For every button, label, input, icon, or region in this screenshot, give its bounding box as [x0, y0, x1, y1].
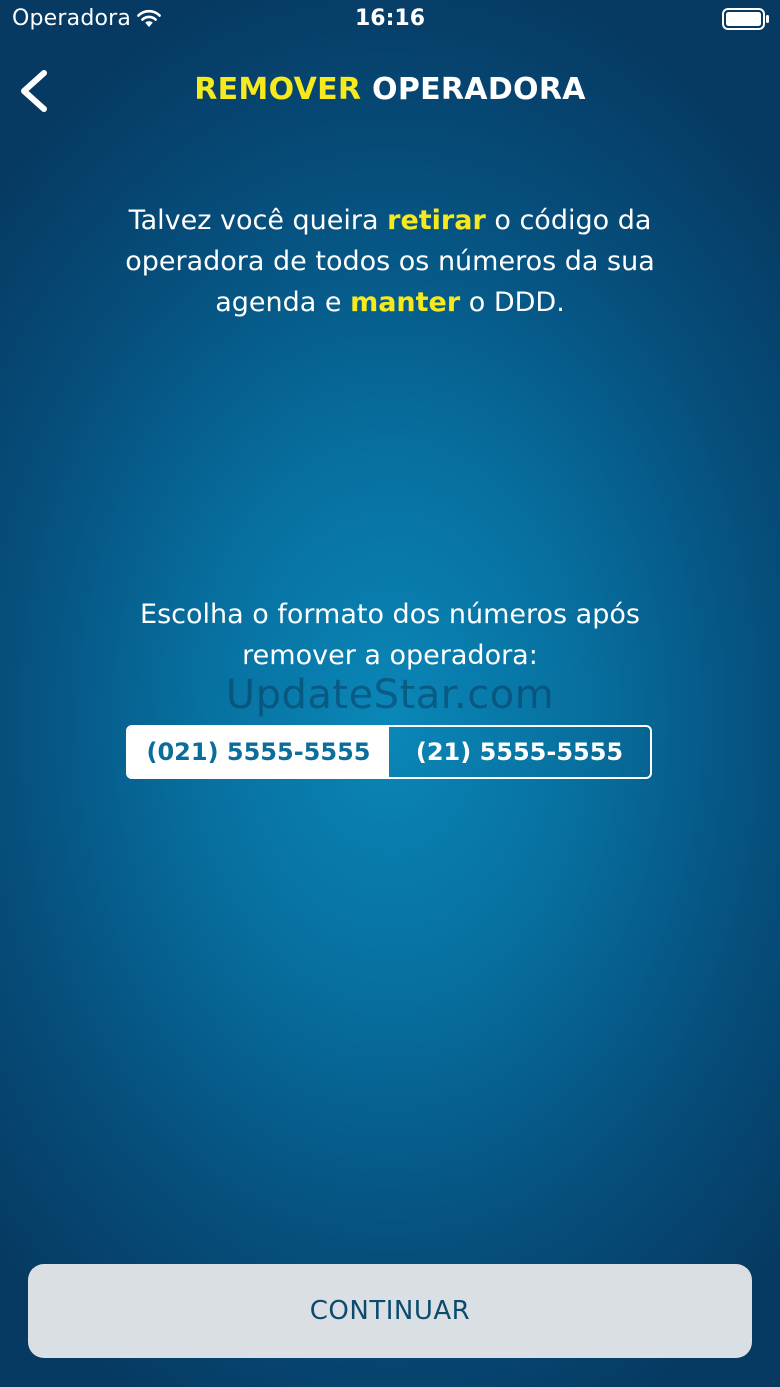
intro-text-part: Talvez você queira — [128, 205, 388, 236]
navigation-bar: REMOVER OPERADORA — [0, 56, 780, 126]
format-option-without-zero[interactable]: (21) 5555-5555 — [389, 727, 650, 777]
clock: 16:16 — [354, 6, 426, 31]
format-prompt: Escolha o formato dos números após remov… — [140, 599, 640, 671]
continue-button[interactable]: CONTINUAR — [28, 1264, 752, 1358]
page-title: REMOVER OPERADORA — [0, 72, 780, 107]
format-option-with-zero[interactable]: (021) 5555-5555 — [128, 727, 389, 777]
intro-highlight-manter: manter — [350, 287, 461, 318]
intro-text-part: o DDD. — [460, 287, 565, 318]
page-title-highlight: REMOVER — [194, 72, 362, 107]
intro-highlight-retirar: retirar — [387, 205, 486, 236]
battery-icon — [722, 8, 769, 30]
format-segmented-control: (021) 5555-5555 (21) 5555-5555 — [126, 725, 652, 779]
watermark: UpdateStar.com — [225, 672, 555, 718]
status-bar: Operadora 16:16 — [0, 0, 780, 40]
intro-text: Talvez você queira retirar o código da o… — [90, 200, 690, 323]
page-title-rest: OPERADORA — [361, 72, 586, 107]
